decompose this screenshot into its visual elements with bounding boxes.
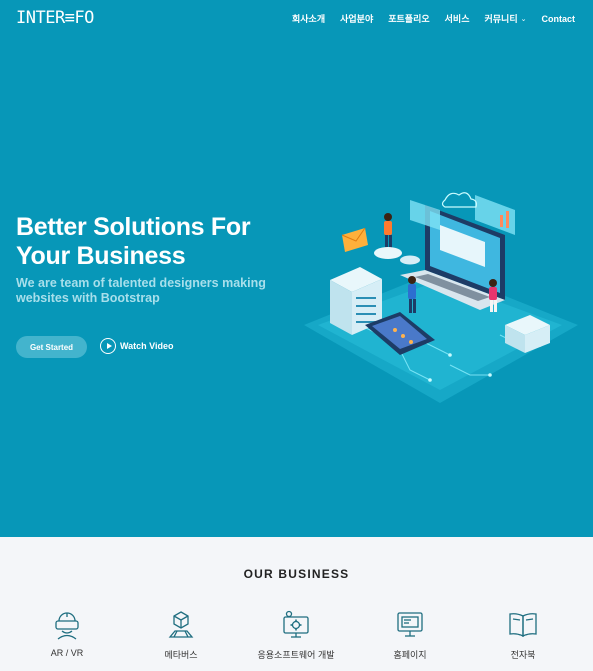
- hero-subtitle: We are team of talented designers making…: [16, 276, 296, 306]
- business-item-ebook[interactable]: 전자북: [468, 609, 578, 661]
- nav-label: 회사소개: [292, 14, 326, 24]
- nav-label: Contact: [541, 13, 576, 24]
- nav-item-about[interactable]: 회사소개: [292, 12, 325, 25]
- main-nav: 회사소개 사업분야 포트폴리오 서비스 커뮤니티 ⌄ Contact: [292, 12, 575, 25]
- business-item-software[interactable]: 응용소프트웨어 개발: [241, 609, 351, 661]
- monitor-web-icon: [397, 612, 423, 637]
- hero-illustration: [304, 192, 578, 403]
- ebook-icon: [509, 613, 537, 638]
- hero-subtitle-line: websites with Bootstrap: [16, 291, 160, 305]
- nav-item-business[interactable]: 사업분야: [340, 12, 373, 25]
- chevron-down-icon: ⌄: [520, 15, 527, 23]
- hero-subtitle-line: We are team of talented designers making: [16, 276, 266, 290]
- hero-section: INTER≡FO 회사소개 사업분야 포트폴리오 서비스 커뮤니티 ⌄ Conta…: [0, 0, 593, 537]
- nav-item-community[interactable]: 커뮤니티 ⌄: [485, 12, 527, 25]
- get-started-button[interactable]: Get Started: [16, 336, 87, 358]
- business-item-metaverse[interactable]: 메타버스: [126, 609, 236, 661]
- software-gear-icon: [283, 610, 309, 638]
- nav-label: 서비스: [444, 14, 470, 24]
- hero-title-line: Better Solutions For: [16, 213, 251, 241]
- watch-video-button[interactable]: Watch Video: [100, 338, 174, 354]
- nav-item-services[interactable]: 서비스: [445, 12, 470, 25]
- hero-title-line: Your Business: [16, 242, 186, 270]
- site-logo[interactable]: INTER≡FO: [16, 8, 94, 28]
- hero-title: Better Solutions For Your Business: [16, 213, 316, 271]
- nav-label: 포트폴리오: [388, 14, 430, 24]
- business-section: OUR BUSINESS AR / VR 메타버스 응용소프트웨어 개발 홈페이…: [0, 537, 593, 671]
- watch-video-label: Watch Video: [120, 341, 174, 351]
- business-item-label: 홈페이지: [393, 650, 427, 660]
- site-header: INTER≡FO 회사소개 사업분야 포트폴리오 서비스 커뮤니티 ⌄ Conta…: [0, 0, 593, 38]
- business-item-label: AR / VR: [50, 648, 84, 658]
- business-title: OUR BUSINESS: [243, 567, 350, 581]
- business-item-homepage[interactable]: 홈페이지: [355, 609, 465, 661]
- play-icon: [100, 338, 116, 354]
- nav-item-contact[interactable]: Contact: [542, 12, 576, 25]
- metaverse-cube-icon: [168, 611, 194, 638]
- business-item-label: 메타버스: [164, 650, 198, 660]
- business-item-arvr[interactable]: AR / VR: [12, 609, 122, 658]
- nav-label: 커뮤니티: [484, 14, 518, 24]
- nav-label: 사업분야: [340, 14, 374, 24]
- business-item-label: 응용소프트웨어 개발: [257, 650, 335, 660]
- nav-item-portfolio[interactable]: 포트폴리오: [388, 12, 429, 25]
- vr-headset-icon: [55, 612, 79, 640]
- business-item-label: 전자북: [510, 650, 536, 660]
